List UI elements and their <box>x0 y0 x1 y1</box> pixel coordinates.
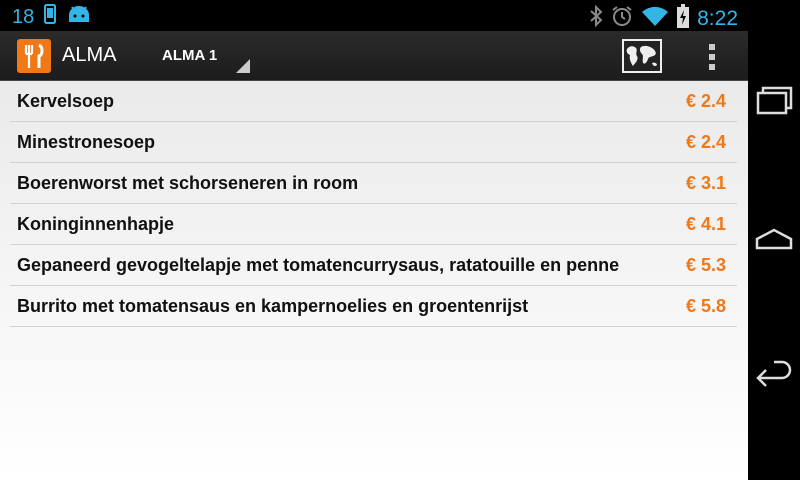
notification-count: 18 <box>12 5 35 28</box>
spinner-selected-value: ALMA 1 <box>162 47 218 64</box>
overflow-dot-icon <box>709 44 715 50</box>
restaurant-icon[interactable] <box>17 39 51 73</box>
menu-item-name: Gepaneerd gevogeltelapje met tomatencurr… <box>17 255 620 275</box>
menu-item[interactable]: Burrito met tomatensaus en kampernoelies… <box>10 286 737 327</box>
menu-item-name: Kervelsoep <box>17 91 115 111</box>
back-button[interactable] <box>754 358 794 398</box>
menu-item[interactable]: Gepaneerd gevogeltelapje met tomatencurr… <box>10 245 737 286</box>
menu-item-price: € 2.4 <box>685 91 726 111</box>
menu-item-price: € 3.1 <box>685 173 726 193</box>
overflow-menu-button[interactable] <box>695 36 729 76</box>
alarm-icon <box>611 5 633 33</box>
menu-item-name: Koninginnenhapje <box>17 214 174 234</box>
wifi-icon <box>641 5 669 33</box>
map-button[interactable] <box>620 36 664 76</box>
overflow-dot-icon <box>709 64 715 70</box>
menu-item-name: Minestronesoep <box>17 132 156 152</box>
phone-icon <box>44 4 57 30</box>
menu-item[interactable]: Minestronesoep € 2.4 <box>10 122 737 163</box>
app-title: ALMA <box>62 44 117 66</box>
home-button[interactable] <box>754 220 794 260</box>
menu-item[interactable]: Koninginnenhapje € 4.1 <box>10 204 737 245</box>
bluetooth-icon <box>589 4 603 33</box>
menu-item-price: € 5.3 <box>685 255 726 275</box>
status-bar: 18 8:22 <box>0 0 748 31</box>
menu-item-price: € 4.1 <box>685 214 726 234</box>
spinner-arrow-icon <box>236 59 250 73</box>
home-icon <box>754 228 794 264</box>
menu-item-name: Burrito met tomatensaus en kampernoelies… <box>17 296 529 316</box>
recent-apps-button[interactable] <box>754 80 794 120</box>
overflow-dot-icon <box>709 54 715 60</box>
recent-apps-icon <box>754 86 794 124</box>
menu-item-price: € 2.4 <box>685 132 726 152</box>
menu-item[interactable]: Boerenworst met schorseneren in room € 3… <box>10 163 737 204</box>
clock: 8:22 <box>697 7 738 30</box>
navigation-bar <box>748 0 800 480</box>
menu-item[interactable]: Kervelsoep € 2.4 <box>10 81 737 122</box>
restaurant-spinner[interactable]: ALMA 1 <box>150 31 252 80</box>
menu-list: Kervelsoep € 2.4 Minestronesoep € 2.4 Bo… <box>0 81 748 480</box>
menu-item-price: € 5.8 <box>685 296 726 316</box>
action-bar: ALMA ALMA 1 <box>0 31 748 81</box>
android-icon <box>66 4 92 30</box>
menu-item-name: Boerenworst met schorseneren in room <box>17 173 359 193</box>
battery-icon <box>677 4 690 34</box>
back-arrow-icon <box>754 360 794 402</box>
